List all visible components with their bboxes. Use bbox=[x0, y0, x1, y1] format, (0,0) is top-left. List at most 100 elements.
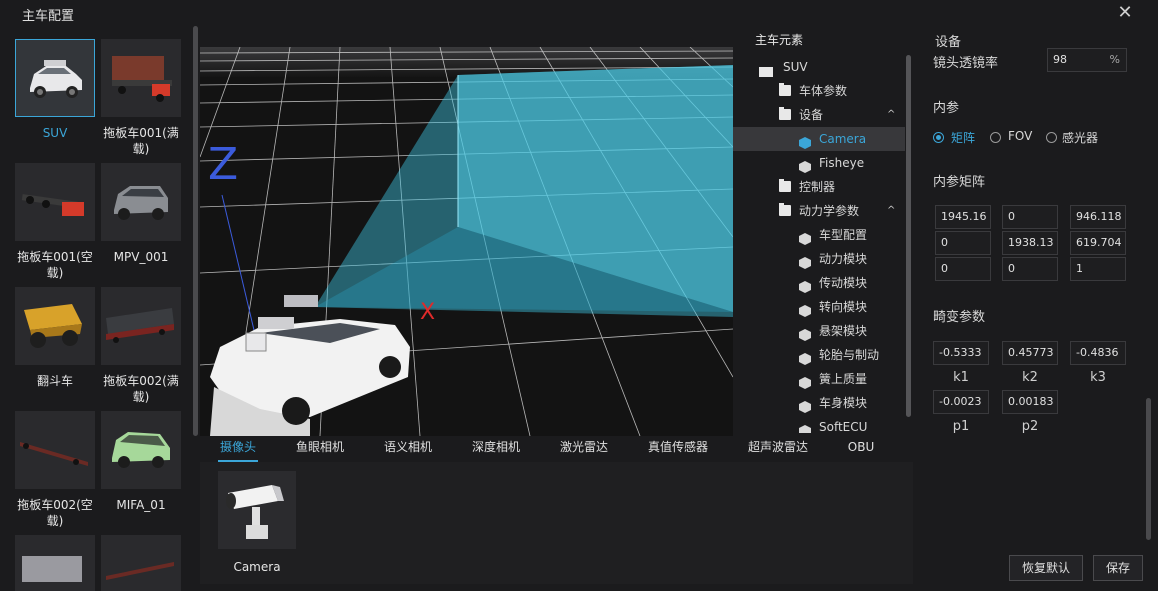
tree-item-label: 车型配置 bbox=[819, 228, 868, 242]
3d-viewport[interactable]: Z X bbox=[200, 47, 733, 436]
matrix-cell[interactable]: 0 bbox=[935, 231, 991, 255]
vehicle-item[interactable]: SUV bbox=[10, 39, 100, 141]
tree-item-suspension[interactable]: 悬架模块 bbox=[733, 319, 905, 343]
vehicle-item[interactable] bbox=[10, 535, 100, 591]
distortion-k2-input[interactable]: 0.45773 bbox=[1002, 341, 1058, 365]
tree-title: 主车元素 bbox=[755, 33, 804, 47]
tree-item-steering[interactable]: 转向模块 bbox=[733, 295, 905, 319]
matrix-cell[interactable]: 1945.16 bbox=[935, 205, 991, 229]
flatbed-thumbnail bbox=[101, 535, 181, 591]
radio-fov[interactable] bbox=[990, 132, 1001, 143]
tree-item-label: 悬架模块 bbox=[819, 324, 868, 338]
radio-sensor[interactable] bbox=[1046, 132, 1057, 143]
vehicle-item[interactable]: 拖板车001(满载) bbox=[96, 39, 186, 157]
tree-item-softecu[interactable]: SoftECU bbox=[733, 415, 905, 433]
tab-truth-sensor[interactable]: 真值传感器 bbox=[646, 436, 710, 462]
tree-item-label: 车体参数 bbox=[799, 84, 848, 98]
tree-item-label: SUV bbox=[783, 60, 808, 74]
matrix-cell[interactable]: 0 bbox=[935, 257, 991, 281]
suv-thumbnail bbox=[15, 39, 95, 117]
tab-ultrasonic[interactable]: 超声波雷达 bbox=[746, 436, 810, 462]
tab-lidar[interactable]: 激光雷达 bbox=[558, 436, 610, 462]
vehicle-item[interactable]: 拖板车002(满载) bbox=[96, 287, 186, 405]
distortion-p2-input[interactable]: 0.00183 bbox=[1002, 390, 1058, 414]
collapse-icon[interactable]: ^ bbox=[887, 199, 895, 223]
tree-item-body-module[interactable]: 车身模块 bbox=[733, 391, 905, 415]
matrix-cell[interactable]: 1 bbox=[1070, 257, 1126, 281]
vehicle-item[interactable]: MPV_001 bbox=[96, 163, 186, 265]
sensor-card-camera[interactable] bbox=[218, 471, 296, 549]
vehicle-label: 拖板车002(满载) bbox=[103, 374, 179, 404]
vehicle-label: 拖板车002(空载) bbox=[17, 498, 93, 528]
distortion-p1-input[interactable]: -0.0023 bbox=[933, 390, 989, 414]
tree-item-camera[interactable]: Camera bbox=[733, 127, 905, 151]
tab-obu[interactable]: OBU bbox=[844, 436, 878, 462]
tab-depth-camera[interactable]: 深度相机 bbox=[470, 436, 522, 462]
container-truck-thumbnail bbox=[15, 535, 95, 591]
tree-item-label: 设备 bbox=[799, 108, 824, 122]
matrix-cell[interactable]: 0 bbox=[1002, 257, 1058, 281]
cube-icon bbox=[799, 397, 811, 413]
tab-camera[interactable]: 摄像头 bbox=[218, 436, 258, 462]
collapse-icon[interactable]: ^ bbox=[887, 103, 895, 127]
lens-input[interactable]: 98 % bbox=[1047, 48, 1127, 72]
tree-item-tire-brake[interactable]: 轮胎与制动 bbox=[733, 343, 905, 367]
cube-icon bbox=[799, 133, 811, 149]
cube-icon bbox=[799, 301, 811, 317]
matrix-cell[interactable]: 0 bbox=[1002, 205, 1058, 229]
title-bar: 主车配置 ✕ bbox=[0, 0, 1158, 28]
distortion-k2-label: k2 bbox=[1022, 370, 1038, 385]
distortion-k3-input[interactable]: -0.4836 bbox=[1070, 341, 1126, 365]
tree-item-controller[interactable]: 控制器 bbox=[733, 175, 905, 199]
tree-item-transmission[interactable]: 传动模块 bbox=[733, 271, 905, 295]
cube-icon bbox=[799, 229, 811, 245]
tree-item-label: 轮胎与制动 bbox=[819, 348, 880, 362]
tree-item-label: Fisheye bbox=[819, 156, 865, 170]
folder-icon bbox=[779, 179, 791, 192]
tree-item-label: 控制器 bbox=[799, 180, 836, 194]
library-scrollbar[interactable] bbox=[193, 26, 198, 436]
matrix-cell[interactable]: 1938.13 bbox=[1002, 231, 1058, 255]
matrix-cell[interactable]: 946.118 bbox=[1070, 205, 1126, 229]
tree-scrollbar[interactable] bbox=[906, 55, 911, 417]
vehicle-label: 翻斗车 bbox=[36, 374, 73, 388]
trailer2-full-thumbnail bbox=[101, 287, 181, 365]
tree-item-vehicle-config[interactable]: 车型配置 bbox=[733, 223, 905, 247]
lens-label: 镜头透镜率 bbox=[933, 56, 999, 71]
reset-default-button[interactable]: 恢复默认 bbox=[1009, 555, 1083, 581]
save-button[interactable]: 保存 bbox=[1093, 555, 1143, 581]
tree-item-body-params[interactable]: 车体参数 bbox=[733, 79, 905, 103]
tree-item-label: 传动模块 bbox=[819, 276, 868, 290]
matrix-cell[interactable]: 619.704 bbox=[1070, 231, 1126, 255]
tree-item-label: 簧上质量 bbox=[819, 372, 868, 386]
tree-item-label: 转向模块 bbox=[819, 300, 868, 314]
close-icon[interactable]: ✕ bbox=[1116, 4, 1134, 22]
vehicle-item[interactable]: 拖板车001(空载) bbox=[10, 163, 100, 281]
distortion-p1-label: p1 bbox=[952, 419, 970, 434]
vehicle-item[interactable]: MIFA_01 bbox=[96, 411, 186, 513]
tab-fisheye[interactable]: 鱼眼相机 bbox=[294, 436, 346, 462]
tree-item-sprung-mass[interactable]: 簧上质量 bbox=[733, 367, 905, 391]
tree-item-fisheye[interactable]: Fisheye bbox=[733, 151, 905, 175]
radio-matrix[interactable] bbox=[933, 132, 944, 143]
vehicle-item[interactable]: 翻斗车 bbox=[10, 287, 100, 389]
tree-item-label: 动力模块 bbox=[819, 252, 868, 266]
trailer-empty-thumbnail bbox=[15, 163, 95, 241]
distortion-k1-label: k1 bbox=[953, 370, 969, 385]
tab-semantic-camera[interactable]: 语义相机 bbox=[382, 436, 434, 462]
tree-item-devices[interactable]: 设备 ^ bbox=[733, 103, 905, 127]
properties-scrollbar[interactable] bbox=[1146, 398, 1151, 540]
tree-item-label: 动力学参数 bbox=[799, 204, 860, 218]
tree-item-power[interactable]: 动力模块 bbox=[733, 247, 905, 271]
axis-z-label: Z bbox=[208, 139, 238, 190]
tree-item-suv[interactable]: SUV bbox=[733, 55, 905, 79]
radio-matrix-label: 矩阵 bbox=[951, 131, 976, 145]
tree-item-label: Camera bbox=[819, 132, 867, 146]
vehicle-item[interactable]: 拖板车002(空载) bbox=[10, 411, 100, 529]
cube-icon bbox=[799, 325, 811, 341]
tree-item-dynamics[interactable]: 动力学参数 ^ bbox=[733, 199, 905, 223]
vehicle-item[interactable] bbox=[96, 535, 186, 591]
mpv-thumbnail bbox=[101, 163, 181, 241]
distortion-k1-input[interactable]: -0.5333 bbox=[933, 341, 989, 365]
matrix-title: 内参矩阵 bbox=[933, 175, 986, 190]
